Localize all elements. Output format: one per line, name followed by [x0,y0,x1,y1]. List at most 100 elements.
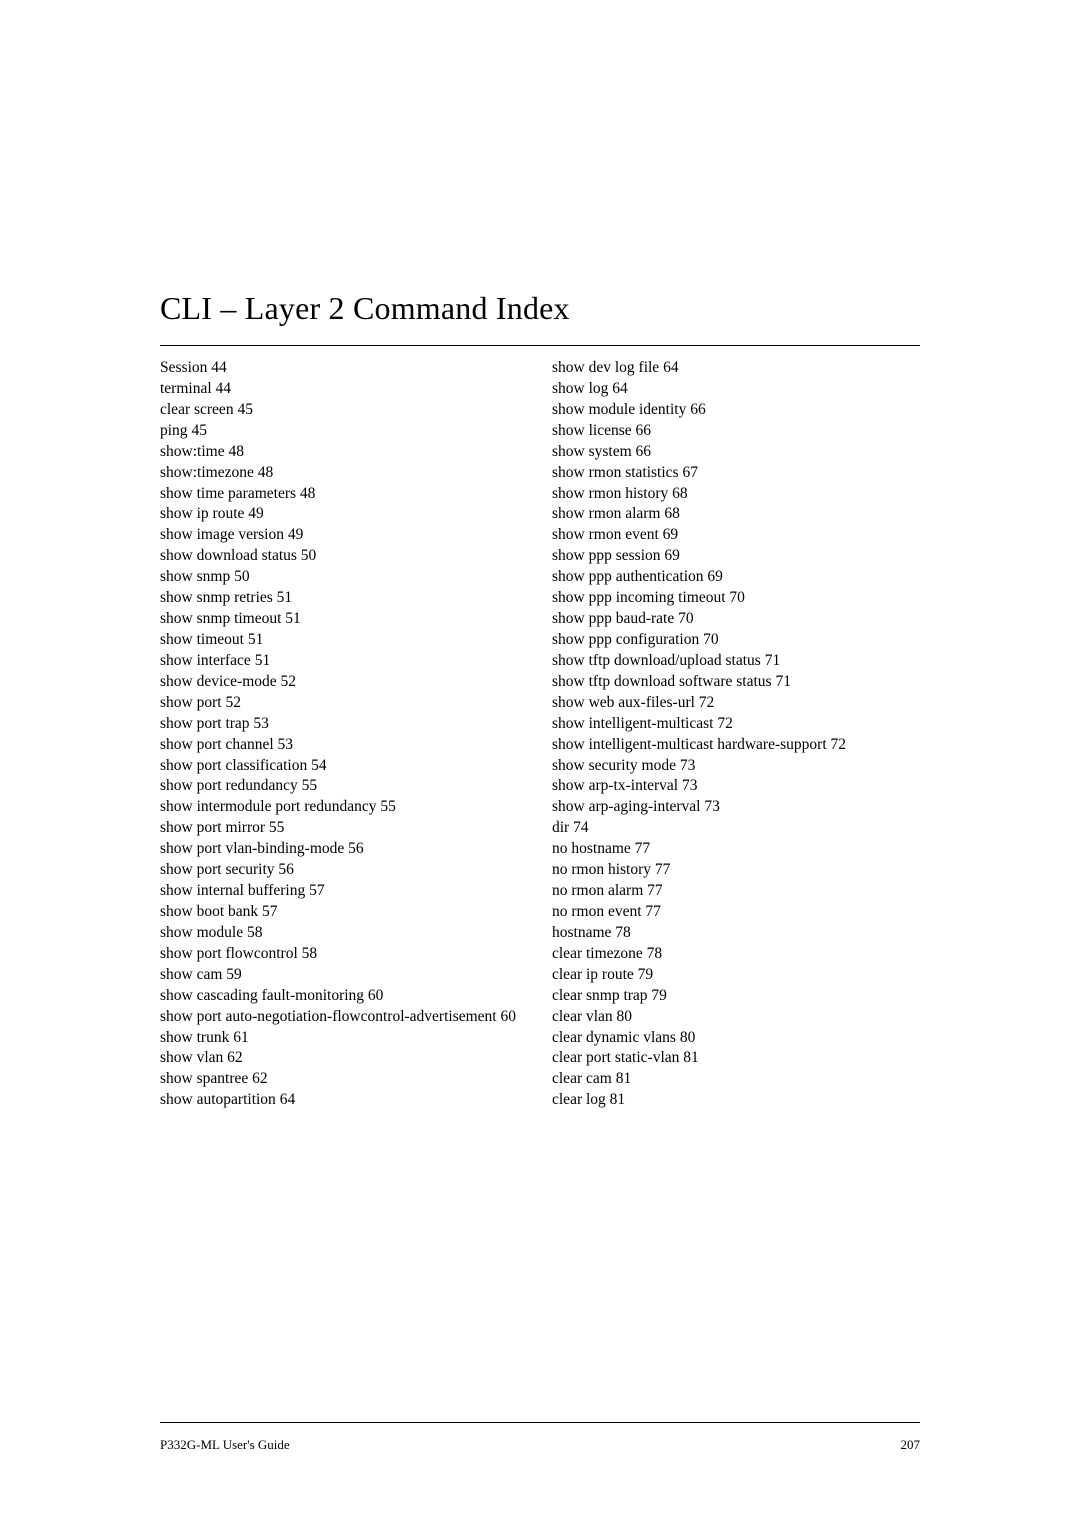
index-entry-label: clear dynamic vlans [552,1029,680,1046]
index-entry-page: 51 [248,631,264,648]
index-entry-label: show port vlan-binding-mode [160,840,348,857]
index-entry: show intelligent-multicast hardware-supp… [552,735,920,756]
index-entry-page: 64 [280,1091,296,1108]
index-entry-label: no rmon history [552,861,655,878]
index-entry-page: 77 [647,882,663,899]
index-entry: show rmon alarm 68 [552,504,920,525]
index-entry-page: 69 [707,568,723,585]
index-entry: show rmon history 68 [552,484,920,505]
index-entry-page: 67 [682,464,698,481]
index-entry: show spantree 62 [160,1069,528,1090]
index-entry-page: 64 [663,359,679,376]
index-entry-page: 49 [248,505,264,522]
index-entry: show interface 51 [160,651,528,672]
index-entry-label: clear port static-vlan [552,1049,683,1066]
index-entry: show snmp timeout 51 [160,609,528,630]
index-entry-page: 71 [765,652,781,669]
index-entry: clear dynamic vlans 80 [552,1028,920,1049]
index-entry-label: show rmon history [552,485,672,502]
index-entry-page: 79 [638,966,654,983]
index-entry: show ppp configuration 70 [552,630,920,651]
index-entry: ping 45 [160,421,528,442]
index-entry-label: show tftp download/upload status [552,652,765,669]
index-entry-page: 72 [699,694,715,711]
index-entry: show internal buffering 57 [160,881,528,902]
index-entry-label: show port channel [160,736,278,753]
index-entry: show autopartition 64 [160,1090,528,1111]
index-entry-label: show intermodule port redundancy [160,798,380,815]
index-entry-label: show device-mode [160,673,281,690]
index-entry-page: 44 [211,359,227,376]
index-entry: clear snmp trap 79 [552,986,920,1007]
index-entry-label: show snmp timeout [160,610,285,627]
index-entry-label: clear screen [160,401,237,418]
index-entry: show web aux-files-url 72 [552,693,920,714]
index-entry-label: Session [160,359,211,376]
index-entry: show license 66 [552,421,920,442]
index-entry-label: clear timezone [552,945,647,962]
left-column: Session 44terminal 44clear screen 45ping… [160,358,540,1111]
index-entry-label: show rmon statistics [552,464,682,481]
index-entry: show time parameters 48 [160,484,528,505]
index-entry: Session 44 [160,358,528,379]
index-entry: show port 52 [160,693,528,714]
footer-rule [160,1422,920,1423]
index-entry-label: show port classification [160,757,311,774]
index-entry-label: clear ip route [552,966,638,983]
index-entry-label: show port flowcontrol [160,945,302,962]
index-entry: show download status 50 [160,546,528,567]
index-entry: no hostname 77 [552,839,920,860]
index-entry: show port mirror 55 [160,818,528,839]
index-entry: terminal 44 [160,379,528,400]
index-entry: show:time 48 [160,442,528,463]
index-entry: clear ip route 79 [552,965,920,986]
index-entry-page: 81 [616,1070,632,1087]
index-entry-page: 66 [636,443,652,460]
index-entry: clear cam 81 [552,1069,920,1090]
index-entry-page: 70 [703,631,719,648]
index-entry-label: show port [160,694,225,711]
index-columns: Session 44terminal 44clear screen 45ping… [160,358,920,1111]
index-entry-page: 66 [690,401,706,418]
index-entry-label: show tftp download software status [552,673,775,690]
index-entry-page: 57 [309,882,325,899]
index-entry-page: 56 [348,840,364,857]
index-entry: show vlan 62 [160,1048,528,1069]
index-entry: clear timezone 78 [552,944,920,965]
index-entry-label: no rmon event [552,903,645,920]
index-entry-label: show cam [160,966,226,983]
index-entry: show cascading fault-monitoring 60 [160,986,528,1007]
index-entry-page: 73 [704,798,720,815]
index-entry: show:timezone 48 [160,463,528,484]
index-entry-label: show vlan [160,1049,227,1066]
index-entry-page: 79 [651,987,667,1004]
index-entry: show port flowcontrol 58 [160,944,528,965]
index-entry-page: 72 [831,736,847,753]
index-entry-label: show log [552,380,612,397]
index-entry-label: show internal buffering [160,882,309,899]
index-entry-label: show dev log file [552,359,663,376]
index-entry-label: show port mirror [160,819,269,836]
index-entry-page: 48 [258,464,274,481]
index-entry-page: 70 [678,610,694,627]
index-entry-page: 78 [647,945,663,962]
index-entry-page: 70 [729,589,745,606]
index-entry-label: show interface [160,652,255,669]
index-entry: clear log 81 [552,1090,920,1111]
index-entry-page: 52 [281,673,297,690]
index-entry-label: clear log [552,1091,610,1108]
index-entry-label: show security mode [552,757,680,774]
index-entry-page: 69 [664,547,680,564]
index-entry-page: 45 [191,422,207,439]
index-entry-label: no hostname [552,840,635,857]
right-column: show dev log file 64show log 64show modu… [540,358,920,1111]
index-entry-page: 80 [680,1029,696,1046]
index-entry-page: 50 [234,568,250,585]
index-entry: show port auto-negotiation-flowcontrol-a… [160,1007,528,1028]
page-content: CLI – Layer 2 Command Index Session 44te… [0,0,1080,1528]
index-entry-label: show rmon alarm [552,505,664,522]
index-entry-label: show autopartition [160,1091,280,1108]
index-entry-label: show module [160,924,247,941]
index-entry: no rmon event 77 [552,902,920,923]
index-entry: show port classification 54 [160,756,528,777]
